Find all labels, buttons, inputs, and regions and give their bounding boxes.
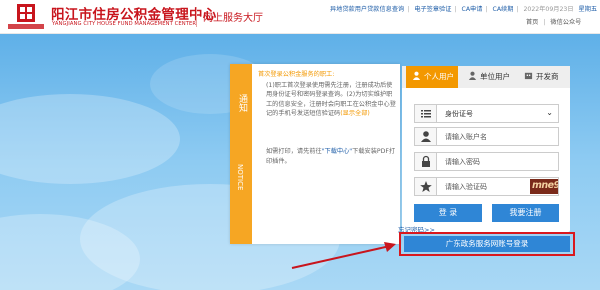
header: 阳江市住房公积金管理中心 YANGJIANG CITY HOUSE FUND M… <box>0 0 600 34</box>
login-panel: 个人用户 单位用户 开发商 身份证号 ⌄ 请输入账户名 请输入密码 请输入验证码… <box>402 66 570 232</box>
tab-developer[interactable]: 开发商 <box>518 66 568 88</box>
captcha-placeholder: 请输入验证码 <box>445 183 487 191</box>
captcha-text: mne9e <box>532 180 558 191</box>
notice-panel: 通知 NOTICE 首次登录公积金服务的职工: (1)职工首次登录使用需先注册，… <box>230 64 400 244</box>
account-placeholder: 请输入账户名 <box>445 133 487 141</box>
download-center-link[interactable]: "下载中心" <box>322 148 352 155</box>
link-ca-apply[interactable]: CA申请 <box>462 6 483 13</box>
notice-paragraph-text: (1)职工首次登录使用需先注册，注册成功后使用身份证号和密码登录查询。(2)为切… <box>266 81 396 118</box>
site-subtitle: 网上服务大厅 <box>203 13 263 24</box>
notice-body: 首次登录公积金服务的职工: (1)职工首次登录使用需先注册，注册成功后使用身份证… <box>258 70 396 166</box>
captcha-image[interactable]: mne9e <box>530 179 558 194</box>
tab-label: 单位用户 <box>480 72 510 81</box>
home-link[interactable]: 首页 <box>526 19 538 26</box>
top-links: 异地贷款用户贷款信息查询 | 电子签章验证 | CA申请 | CA续期 | 2022年0… <box>330 4 600 13</box>
tab-unit-user[interactable]: 单位用户 <box>462 66 516 88</box>
list-icon <box>415 105 437 122</box>
id-type-select[interactable]: 身份证号 ⌄ <box>414 104 559 123</box>
password-input[interactable]: 请输入密码 <box>414 152 559 171</box>
login-button[interactable]: 登 录 <box>414 204 482 222</box>
notice-heading: 首次登录公积金服务的职工: <box>258 71 335 78</box>
lock-icon <box>415 153 437 170</box>
background-cloud <box>0 94 180 184</box>
print-tip-prefix: 如需打印，请先前往 <box>266 147 322 155</box>
developer-icon <box>524 72 533 80</box>
tab-label: 个人用户 <box>424 72 454 81</box>
weekday-text: 星期五 <box>578 6 598 13</box>
link-ca-renew[interactable]: CA续期 <box>493 6 514 13</box>
tab-label: 开发商 <box>536 72 559 81</box>
password-placeholder: 请输入密码 <box>445 158 480 166</box>
link-remote-loan[interactable]: 异地贷款用户贷款信息查询 <box>330 6 404 13</box>
id-type-value: 身份证号 <box>445 110 473 118</box>
title-divider <box>196 7 197 27</box>
account-input[interactable]: 请输入账户名 <box>414 127 559 146</box>
wechat-link[interactable]: 微信公众号 <box>550 19 581 26</box>
site-title: 阳江市住房公积金管理中心 <box>51 7 217 23</box>
notice-tab: 通知 NOTICE <box>230 64 252 244</box>
guangdong-gov-login-button[interactable]: 广东政务服务网账号登录 <box>404 236 570 252</box>
chevron-down-icon: ⌄ <box>546 108 553 117</box>
notice-tab-label: 通知 <box>237 94 247 112</box>
site-title-en: YANGJIANG CITY HOUSE FUND MANAGEMENT CEN… <box>52 21 197 27</box>
star-icon <box>415 178 437 195</box>
link-separator: | <box>543 19 546 26</box>
register-button[interactable]: 我要注册 <box>492 204 559 222</box>
link-separator: | <box>485 6 488 13</box>
date-text: 2022年09月23日 <box>523 6 574 13</box>
notice-tab-label-en: NOTICE <box>236 164 244 191</box>
link-separator: | <box>516 6 519 13</box>
logo-icon <box>8 4 44 29</box>
page: 阳江市住房公积金管理中心 YANGJIANG CITY HOUSE FUND M… <box>0 0 600 290</box>
link-e-seal[interactable]: 电子签章验证 <box>414 6 451 13</box>
notice-print-tip: 如需打印，请先前往"下载中心"下载安装PDF打印插件。 <box>258 147 396 166</box>
notice-paragraph: (1)职工首次登录使用需先注册，注册成功后使用身份证号和密码登录查询。(2)为切… <box>258 81 396 119</box>
person-icon <box>415 128 437 145</box>
show-all-link[interactable]: (显示全部) <box>340 110 370 117</box>
unit-user-icon <box>468 71 477 80</box>
captcha-input[interactable]: 请输入验证码 mne9e <box>414 177 559 196</box>
top-links-2: 首页 | 微信公众号 <box>526 17 581 26</box>
link-separator: | <box>454 6 457 13</box>
user-icon <box>412 71 421 80</box>
link-separator: | <box>407 6 410 13</box>
highlight-box: 广东政务服务网账号登录 <box>399 232 575 256</box>
login-tabs: 个人用户 单位用户 开发商 <box>402 66 570 88</box>
tab-personal-user[interactable]: 个人用户 <box>406 66 458 88</box>
